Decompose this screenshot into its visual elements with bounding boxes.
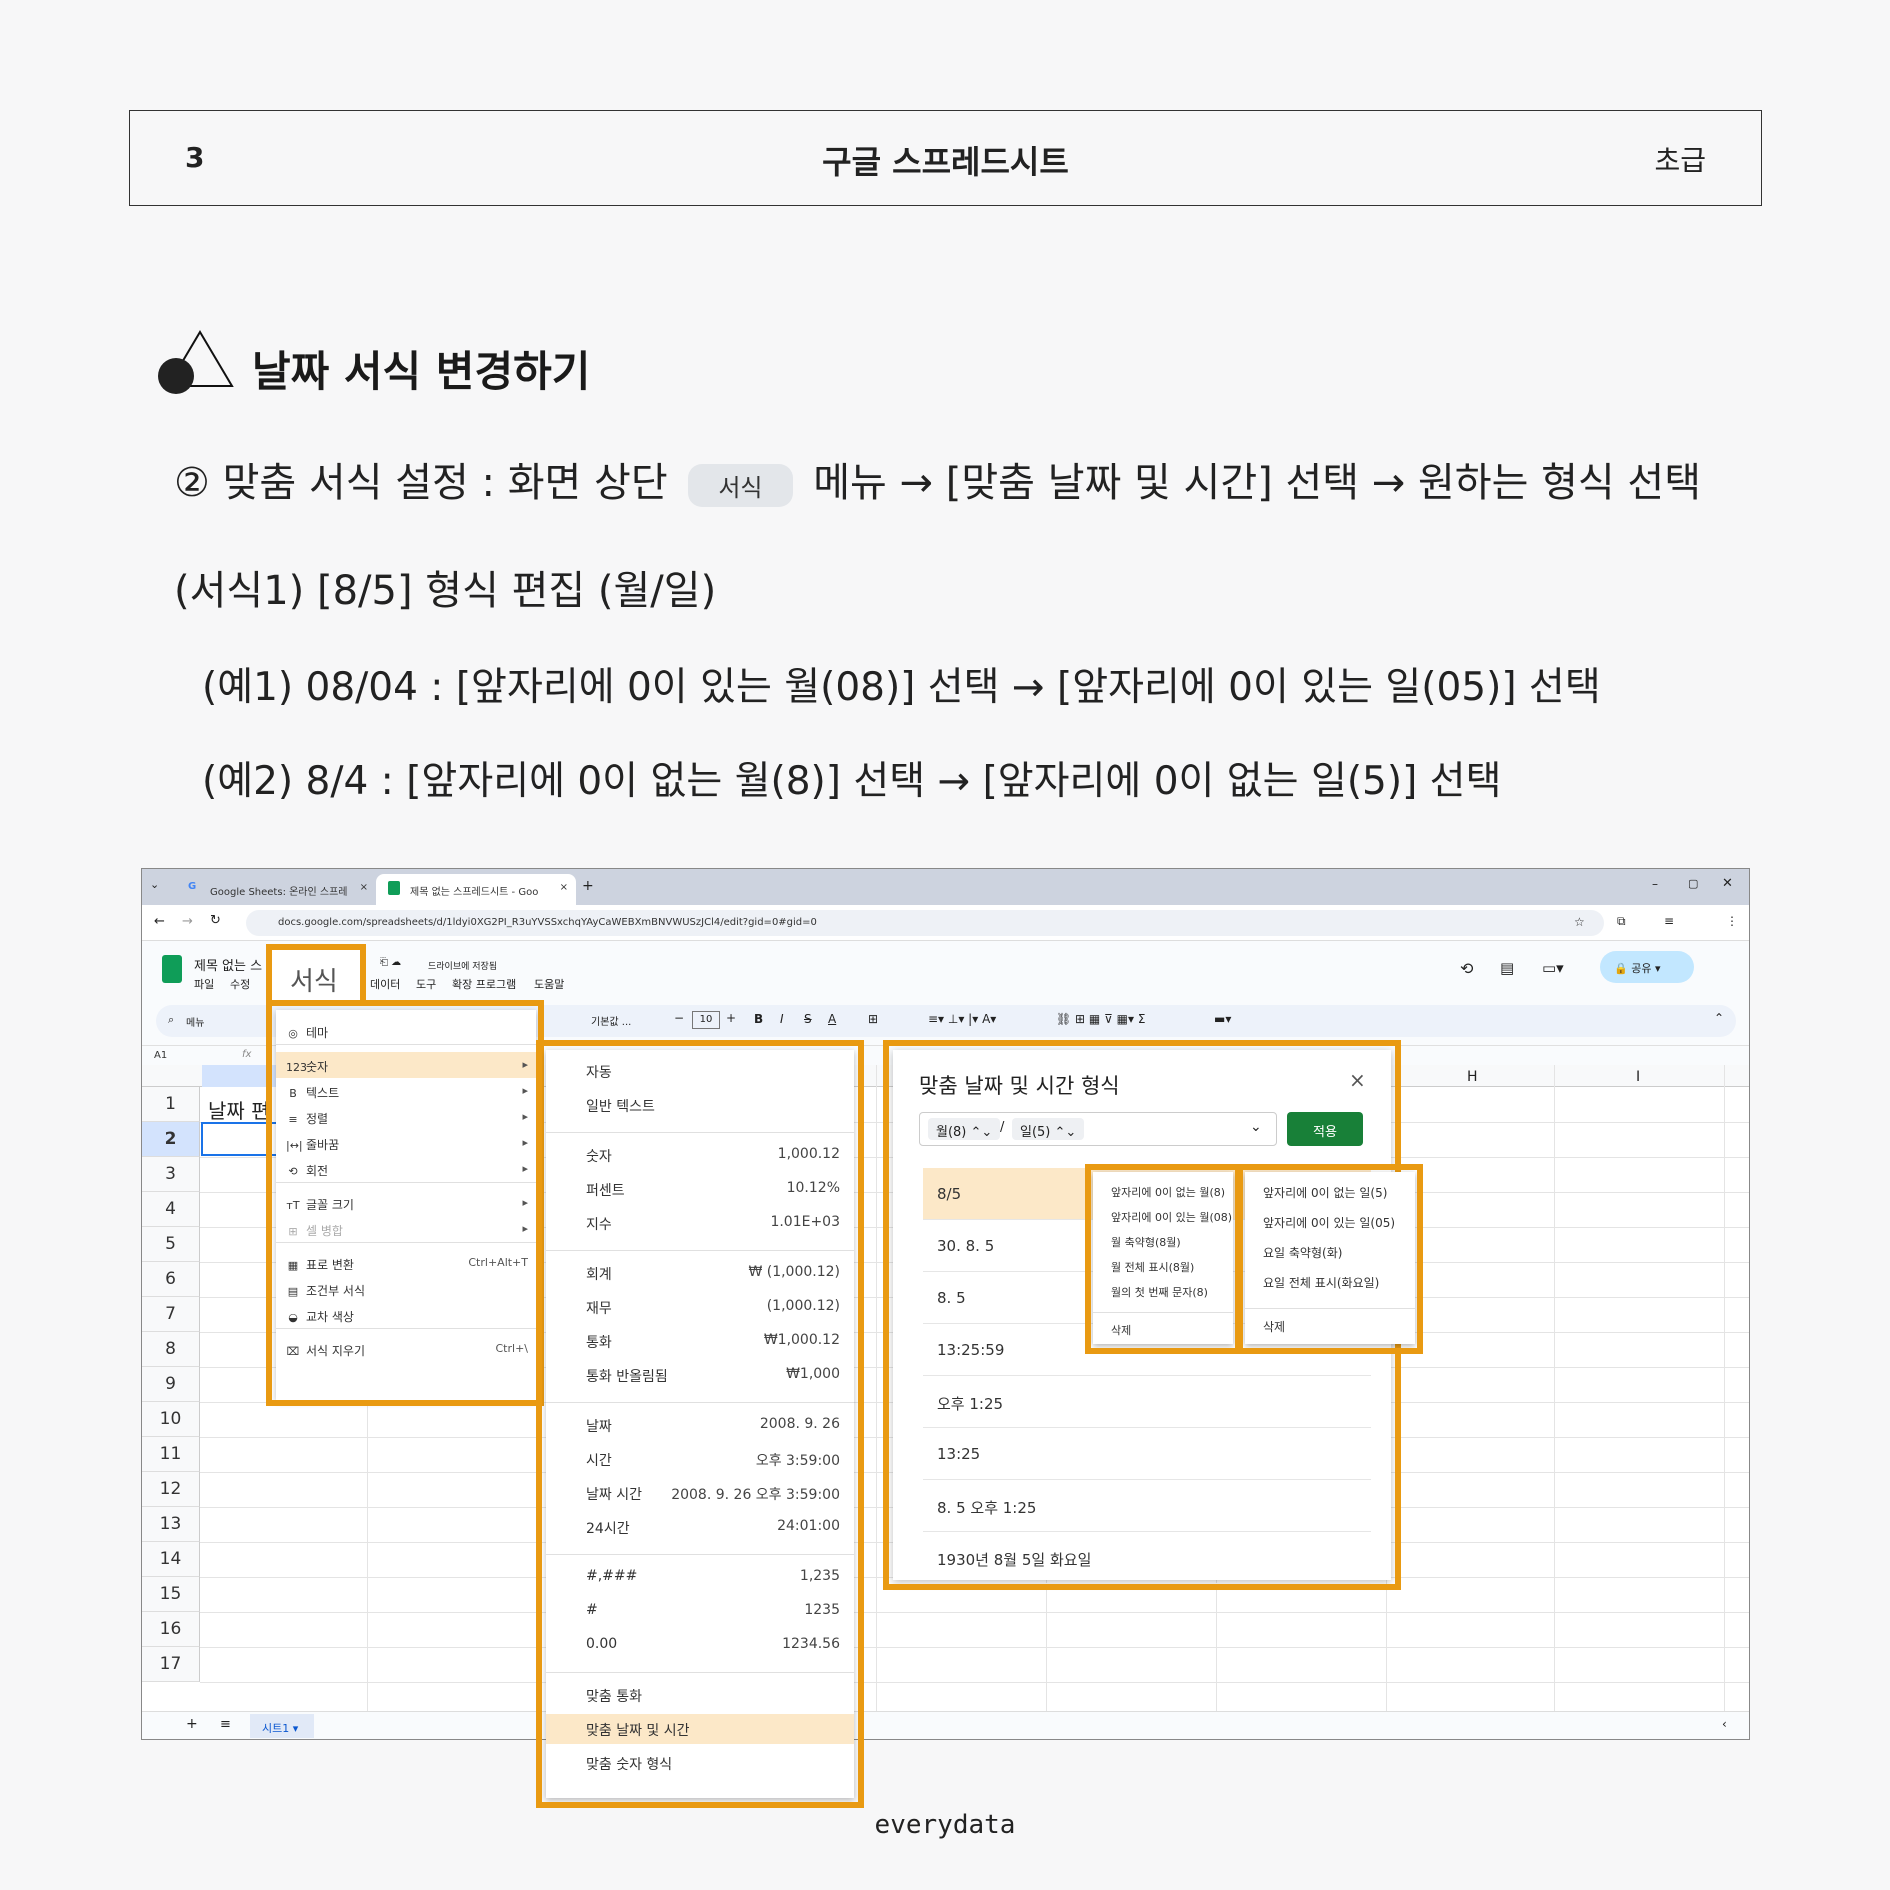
- address-bar: ← → ↻ docs.google.com/spreadsheets/d/1ld…: [142, 905, 1749, 941]
- font-size-field[interactable]: 10: [692, 1011, 720, 1029]
- bold-icon[interactable]: B: [754, 1012, 763, 1026]
- row-header[interactable]: 13: [142, 1507, 200, 1542]
- browser-tab-1[interactable]: Google Sheets: 온라인 스프레 G ×: [176, 874, 376, 905]
- media-icon[interactable]: ≡: [1664, 914, 1674, 928]
- increase-size-icon[interactable]: +: [726, 1011, 736, 1025]
- row-header[interactable]: 15: [142, 1577, 200, 1612]
- menu-file[interactable]: 파일: [194, 976, 214, 992]
- row-header[interactable]: 2: [142, 1122, 200, 1157]
- footer-brand: everydata: [874, 1810, 1016, 1840]
- window-close-icon[interactable]: ✕: [1722, 876, 1733, 891]
- new-tab-icon[interactable]: +: [582, 878, 594, 894]
- drive-save-icon: ⎗ ☁: [380, 957, 402, 968]
- close-icon[interactable]: ×: [560, 882, 568, 893]
- google-icon: G: [188, 881, 197, 892]
- history-icon[interactable]: ⟲: [1460, 959, 1473, 978]
- instruction-suffix: 메뉴 → [맞춤 날짜 및 시간] 선택 → 원하는 형식 선택: [813, 460, 1702, 506]
- highlight-number-submenu: [536, 1040, 864, 1808]
- section-title: 날짜 서식 변경하기: [252, 347, 591, 396]
- menu-help[interactable]: 도움말: [534, 976, 564, 992]
- page-title: 구글 스프레드시트: [822, 143, 1069, 181]
- fx-icon: fx: [242, 1049, 252, 1060]
- row-header[interactable]: 16: [142, 1612, 200, 1647]
- restore-icon[interactable]: ▢: [1688, 877, 1698, 890]
- borders-icon[interactable]: ⊞: [868, 1012, 878, 1026]
- row-header[interactable]: 7: [142, 1297, 200, 1332]
- grid-line: [200, 1682, 1749, 1683]
- url-field[interactable]: docs.google.com/spreadsheets/d/1ldyi0XG2…: [246, 910, 1604, 936]
- strikethrough-icon[interactable]: S: [804, 1012, 812, 1026]
- decrease-size-icon[interactable]: −: [674, 1011, 684, 1025]
- reload-icon[interactable]: ↻: [210, 913, 221, 928]
- highlight-format-dropdown: [266, 1000, 544, 1406]
- browser-tab-2[interactable]: 제목 없는 스프레드시트 - Goo ×: [376, 874, 576, 905]
- grid-line: [200, 1612, 1749, 1613]
- search-icon[interactable]: ⌕: [168, 1013, 174, 1027]
- example-2: (예2) 8/4 : [앞자리에 0이 없는 월(8)] 선택 → [앞자리에 …: [202, 759, 1502, 804]
- browser-tab-bar: ⌄ Google Sheets: 온라인 스프레 G × 제목 없는 스프레드시…: [142, 869, 1749, 905]
- collapse-icon[interactable]: ⌃: [1714, 1011, 1724, 1025]
- page-header: 3 구글 스프레드시트 초급: [129, 110, 1762, 206]
- row-header[interactable]: 11: [142, 1437, 200, 1472]
- menu-search[interactable]: 메뉴: [186, 1014, 204, 1029]
- explore-icon[interactable]: ‹: [1722, 1717, 1727, 1731]
- format-menu-chip: 서식: [688, 463, 793, 507]
- instruction-prefix: ② 맞춤 서식 설정 : 화면 상단: [174, 460, 668, 506]
- forward-icon[interactable]: →: [182, 914, 193, 929]
- example-1: (예1) 08/04 : [앞자리에 0이 있는 월(08)] 선택 → [앞자…: [202, 665, 1601, 710]
- italic-icon[interactable]: I: [780, 1012, 784, 1026]
- input-tools-icon[interactable]: ▬▾: [1214, 1012, 1231, 1026]
- all-sheets-icon[interactable]: ≡: [220, 1717, 231, 1732]
- cell-a1[interactable]: 날짜 편: [208, 1095, 270, 1124]
- row-header[interactable]: 3: [142, 1157, 200, 1192]
- col-i-header[interactable]: I: [1636, 1069, 1640, 1085]
- level-label: 초급: [1654, 144, 1706, 177]
- grid-line: [200, 1647, 1749, 1648]
- align-icon[interactable]: ≡▾ ⊥▾ |▾ A▾: [928, 1012, 996, 1026]
- menu-extensions[interactable]: 확장 프로그램: [452, 976, 516, 992]
- row-header[interactable]: 5: [142, 1227, 200, 1262]
- row-header[interactable]: 14: [142, 1542, 200, 1577]
- font-select[interactable]: 기본값 ...: [591, 1013, 631, 1028]
- link-icon[interactable]: ⛓ ⊞ ▦ ⊽ ▦▾ Σ: [1056, 1012, 1145, 1026]
- minimize-icon[interactable]: –: [1652, 877, 1658, 891]
- text-color-icon[interactable]: A: [828, 1012, 836, 1026]
- instruction-line: ② 맞춤 서식 설정 : 화면 상단 서식 메뉴 → [맞춤 날짜 및 시간] …: [174, 450, 1701, 508]
- row-header[interactable]: 12: [142, 1472, 200, 1507]
- doc-title[interactable]: 제목 없는 스: [194, 955, 262, 974]
- row-header[interactable]: 10: [142, 1402, 200, 1437]
- extensions-icon[interactable]: ⧉: [1617, 914, 1626, 929]
- highlight-format-menu: [266, 944, 366, 1006]
- row-header[interactable]: 6: [142, 1262, 200, 1297]
- row-header[interactable]: 17: [142, 1647, 200, 1682]
- add-sheet-icon[interactable]: +: [186, 1716, 198, 1732]
- sheet-tab[interactable]: 시트1 ▾: [250, 1714, 314, 1738]
- format-heading: (서식1) [8/5] 형식 편집 (월/일): [174, 568, 717, 614]
- meet-icon[interactable]: ▭▾: [1542, 959, 1564, 977]
- saved-status: 드라이브에 저장됨: [428, 962, 498, 972]
- close-icon[interactable]: ×: [360, 882, 368, 893]
- row-header[interactable]: 8: [142, 1332, 200, 1367]
- cell-ref[interactable]: A1: [154, 1050, 167, 1061]
- row-header[interactable]: 4: [142, 1192, 200, 1227]
- sheets-logo-icon: [162, 955, 182, 983]
- menu-data[interactable]: 데이터: [370, 976, 400, 992]
- comment-icon[interactable]: ▤: [1500, 959, 1514, 977]
- highlight-day-popup: [1237, 1164, 1423, 1354]
- sheets-icon: [388, 881, 400, 895]
- share-button[interactable]: 🔒 공유 ▾: [1600, 951, 1694, 983]
- shapes-icon: [158, 330, 234, 394]
- col-h-header[interactable]: H: [1467, 1069, 1478, 1085]
- menu-edit[interactable]: 수정: [230, 976, 250, 992]
- star-icon[interactable]: ☆: [1574, 915, 1585, 929]
- highlight-month-popup: [1085, 1164, 1241, 1354]
- menu-tools[interactable]: 도구: [416, 976, 436, 992]
- sheet-tabs-bar: + ≡ 시트1 ▾ ‹: [142, 1711, 1749, 1739]
- row-header[interactable]: 9: [142, 1367, 200, 1402]
- row-header[interactable]: 1: [142, 1087, 200, 1122]
- more-icon[interactable]: ⋮: [1726, 914, 1738, 928]
- tab-list-icon[interactable]: ⌄: [150, 878, 159, 891]
- back-icon[interactable]: ←: [154, 914, 165, 929]
